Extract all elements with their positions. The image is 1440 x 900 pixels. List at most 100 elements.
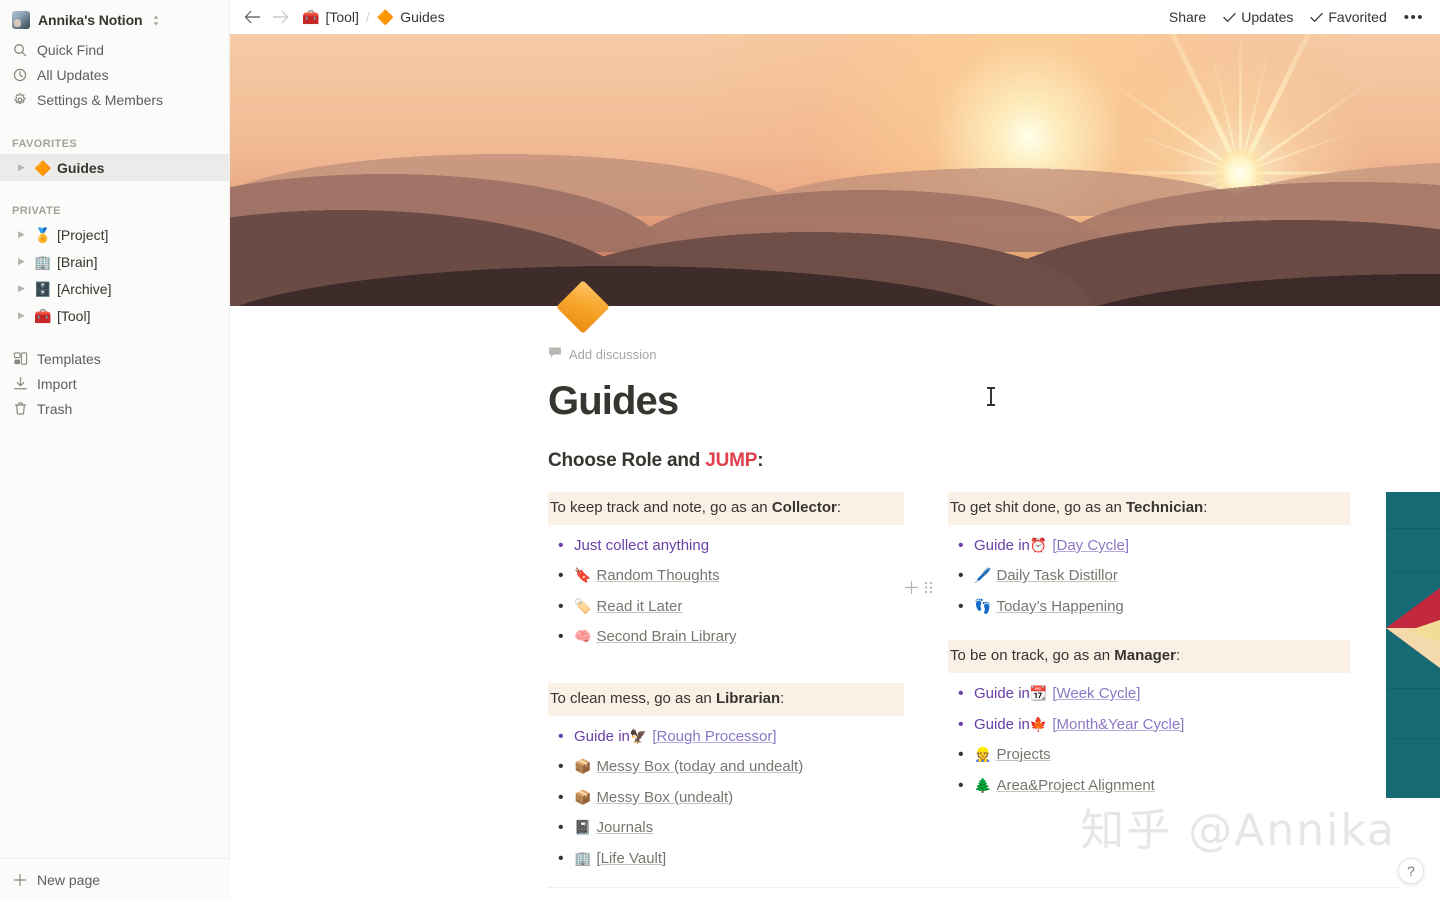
chevron-right-icon[interactable]: ▶ [18,311,28,320]
list-item[interactable]: Just collect anything [548,531,904,562]
list-item[interactable]: Guide in ⏰ [Day Cycle] [948,531,1350,562]
page-emoji-icon: 🏅 [34,226,52,243]
updates-label: Updates [1241,9,1294,25]
sidebar-item-quick-find[interactable]: Quick Find [0,37,229,62]
notebook-icon: 📓 [574,819,592,835]
sidebar-item-templates[interactable]: Templates [0,346,229,371]
wall-arrow-image[interactable] [1386,492,1440,798]
list-item-link[interactable]: Messy Box (today and undealt) [596,756,803,779]
list-item-link[interactable]: [Month&Year Cycle] [1052,714,1184,737]
list-item-link[interactable]: [Week Cycle] [1052,683,1140,706]
breadcrumb-separator: / [365,9,370,25]
page-cover-image [230,34,1440,306]
chevron-right-icon[interactable]: ▶ [18,284,28,293]
share-button[interactable]: Share [1169,9,1206,25]
list-item[interactable]: 📦 Messy Box (today and undealt) [548,752,904,783]
list-item[interactable]: 👣 Today’s Happening [948,592,1350,623]
workspace-switcher[interactable]: Annika's Notion [0,3,229,37]
chevron-right-icon[interactable]: ▶ [18,257,28,266]
comment-icon [548,346,562,362]
sidebar-item-label: Trash [37,400,73,417]
check-icon [1310,12,1324,23]
callout-suffix: : [836,499,842,516]
help-button[interactable]: ? [1398,858,1424,884]
new-page-label: New page [37,871,101,888]
list-item[interactable]: 🖊️ Daily Task Distillor [948,561,1350,592]
calendar-icon: 📆 [1029,685,1048,701]
list-item[interactable]: 🏢 [Life Vault] [548,844,904,875]
block-handles [904,580,934,595]
add-block-icon[interactable] [904,580,919,595]
sidebar-item-label: Quick Find [37,41,104,58]
list-item[interactable]: Guide in 📆 [Week Cycle] [948,679,1350,710]
favorites-section-label: FAVORITES [12,138,78,150]
main-panel: 🧰 [Tool] / 🔶 Guides Share Updates Favori… [230,0,1440,900]
list-item[interactable]: 🔖 Random Thoughts [548,561,904,592]
list-item[interactable]: 📦 Messy Box (undealt) [548,783,904,814]
list-item-link[interactable]: Projects [996,744,1050,767]
updates-button[interactable]: Updates [1223,9,1293,25]
page-icon[interactable] [556,280,610,334]
search-icon [12,42,28,58]
sidebar-item-guides[interactable]: ▶ 🔶 Guides [0,154,229,181]
sidebar-item-project[interactable]: ▶ 🏅 [Project] [0,221,229,248]
list-item[interactable]: 🏷️ Read it Later [548,592,904,623]
chevron-right-icon[interactable]: ▶ [18,163,28,172]
callout-suffix: : [1203,499,1208,516]
list-item[interactable]: 👷 Projects [948,740,1350,771]
sidebar-item-trash[interactable]: Trash [0,396,229,421]
list-item-link[interactable]: [Rough Processor] [652,726,776,749]
list-item[interactable]: Guide in 🍁 [Month&Year Cycle] [948,710,1350,741]
callout-prefix: To get shit done, go as an [950,499,1126,516]
favorited-label: Favorited [1328,9,1387,25]
clock-icon [12,67,28,83]
chevron-right-icon[interactable]: ▶ [18,230,28,239]
brain-icon: 🧠 [574,628,592,645]
gear-icon [12,92,28,108]
label-tag-icon: 🏷️ [574,597,592,614]
callout-suffix: : [1175,647,1181,665]
sidebar-item-archive[interactable]: ▶ 🗄️ [Archive] [0,275,229,302]
callout-suffix: : [780,689,785,707]
sidebar-item-label: Guides [57,159,105,176]
check-icon [1223,12,1236,23]
list-item[interactable]: 🌲 Area&Project Alignment [948,771,1350,802]
list-item-link[interactable]: Daily Task Distillor [996,565,1117,588]
arrow-left-icon[interactable] [244,10,261,24]
list-item[interactable]: 📓 Journals [548,813,904,844]
list-item-link[interactable]: Today’s Happening [996,596,1123,619]
arrow-right-icon[interactable] [272,10,289,24]
callout-role: Collector [771,499,837,516]
new-page-button[interactable]: New page [0,859,230,900]
sidebar-item-import[interactable]: Import [0,371,229,396]
orange-diamond-icon [556,280,610,334]
drag-handle-icon[interactable] [923,580,934,595]
list-item[interactable]: 🧠 Second Brain Library [548,622,904,653]
list-item-link[interactable]: [Life Vault] [596,848,666,871]
breadcrumb-item-tool[interactable]: 🧰 [Tool] [302,9,359,25]
favorited-button[interactable]: Favorited [1310,9,1387,25]
sidebar-item-settings-members[interactable]: Settings & Members [0,87,229,112]
list-item-link[interactable]: Second Brain Library [596,626,736,649]
columns-container: To keep track and note, go as an Collect… [548,492,1440,874]
column-right: To get shit done, go as an Technician: G… [948,492,1350,874]
breadcrumb-item-guides[interactable]: 🔶 Guides [377,9,445,25]
column-left: To keep track and note, go as an Collect… [548,492,904,874]
list-item-link[interactable]: Area&Project Alignment [996,775,1154,798]
sidebar-item-label: Settings & Members [37,91,164,108]
column-gap [904,492,948,874]
add-discussion-button[interactable]: Add discussion [548,346,1400,362]
list-item-link[interactable]: Journals [596,817,653,840]
sidebar-item-tool[interactable]: ▶ 🧰 [Tool] [0,302,229,329]
more-options-button[interactable]: ••• [1404,10,1424,25]
list-item-link[interactable]: Read it Later [596,596,682,619]
sidebar-item-brain[interactable]: ▶ 🏢 [Brain] [0,248,229,275]
list-librarian: Guide in 🦅 [Rough Processor] 📦 Messy Box… [548,722,904,875]
list-item-link[interactable]: [Day Cycle] [1052,535,1129,558]
list-item-link[interactable]: Random Thoughts [596,565,719,588]
list-item[interactable]: Guide in 🦅 [Rough Processor] [548,722,904,753]
sidebar-item-all-updates[interactable]: All Updates [0,62,229,87]
list-item-link[interactable]: Messy Box (undealt) [596,787,733,810]
page-title[interactable]: Guides [548,378,1400,424]
